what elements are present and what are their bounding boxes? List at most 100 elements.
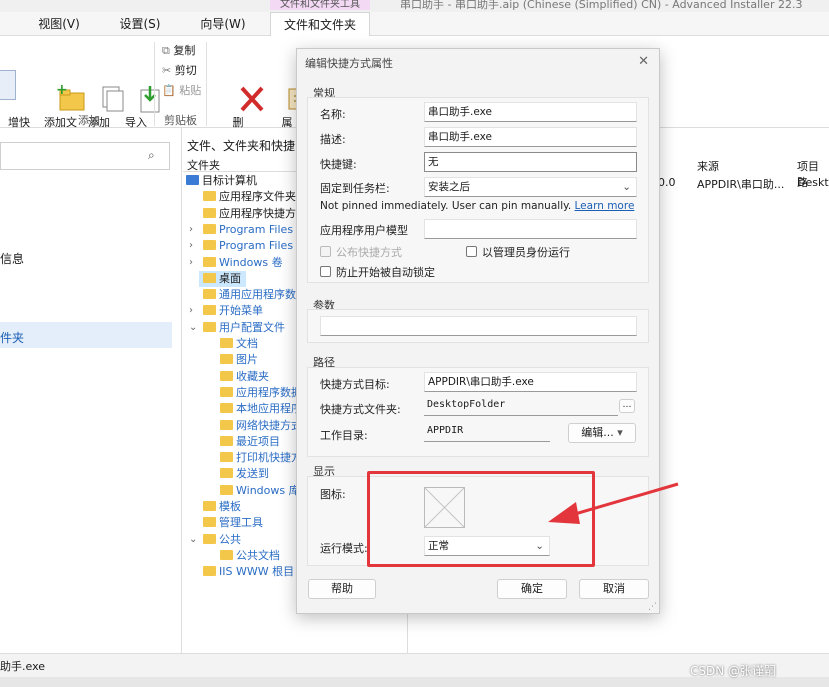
tree-item[interactable]: 模板 [203,499,241,515]
tab-files-folders[interactable]: 文件和文件夹 [270,12,370,36]
left-item-info[interactable]: 信息 [0,250,24,267]
group-add-label: 添加 [78,114,100,127]
edit-workdir-button[interactable]: 编辑... ▾ [568,423,636,443]
column-source[interactable]: 来源 [697,158,719,174]
tree-item[interactable]: 图片 [220,352,258,368]
tree-item[interactable]: Program Files [203,238,293,254]
tab-view[interactable]: 视图(V) [28,12,90,36]
tree-item[interactable]: 应用程序数据 [220,385,302,401]
chevron-down-icon[interactable]: ⌄ [189,532,197,548]
row-source-cell: APPDIR\串口助... [697,178,785,191]
tree-item[interactable]: 桌面 [203,271,241,287]
tree-header-divider [183,171,296,172]
tree-item[interactable]: 文档 [220,336,258,352]
folder-icon [220,419,233,430]
learn-more-link[interactable]: Learn more [575,200,635,212]
tree-item[interactable]: 发送到 [220,466,269,482]
folder-icon [220,484,233,495]
pin-taskbar-label: 固定到任务栏: [320,182,390,195]
folder-icon [220,403,233,414]
tree-item[interactable]: 管理工具 [203,515,263,531]
ok-button[interactable]: 确定 [497,579,567,599]
left-item-files[interactable]: 件夹 [0,329,24,346]
app-window: 串口助手 - 串口助手.aip (Chinese (Simplified) CN… [0,0,829,687]
tree-item[interactable]: Program Files [203,222,293,238]
import-file-icon [114,70,160,113]
tree-item-label: Windows 库 [236,483,300,497]
chevron-right-icon[interactable]: › [189,238,193,254]
shortcut-folder-field[interactable]: DesktopFolder [424,396,618,416]
chevron-down-icon[interactable]: ⌄ [189,320,197,336]
delete-x-icon [216,70,264,112]
name-field[interactable]: 串口助手.exe [424,102,637,122]
app-model-field[interactable] [424,219,637,239]
folder-icon [220,386,233,397]
tree-item[interactable]: 目标计算机 [186,173,257,189]
paste-label: 粘贴 [179,84,202,97]
paste-icon: 📋 [162,84,176,97]
tree-item[interactable]: 用户配置文件 [203,320,285,336]
cut-button[interactable]: ✂ 剪切 [162,62,197,80]
tree-item[interactable]: Windows 卷 [203,255,283,271]
working-dir-field[interactable]: APPDIR [424,422,550,442]
tab-wizard[interactable]: 向导(W) [192,12,254,36]
tree-item[interactable]: Windows 库 [220,483,300,499]
chevron-right-icon[interactable]: › [189,255,193,271]
tree-item[interactable]: 公共 [203,532,241,548]
prevent-pin-checkbox[interactable] [320,266,331,277]
publish-shortcut-checkbox[interactable] [320,246,331,257]
search-input[interactable] [0,142,170,170]
folder-icon [220,338,233,348]
close-icon[interactable]: ✕ [638,54,649,69]
tree-item[interactable]: 公共文档 [220,548,280,564]
tree-item[interactable]: 收藏夹 [220,369,269,385]
folder-icon [203,272,216,283]
status-text: 助手.exe [0,660,46,673]
tree-item[interactable]: 本地应用程序 [220,401,302,417]
run-as-admin-label: 以管理员身份运行 [482,246,570,259]
tree-item-label: 应用程序文件夹 [219,190,296,204]
tree-item[interactable]: 应用程序文件夹 [203,189,296,205]
pin-taskbar-value: 安装之后 [428,181,470,193]
description-field[interactable]: 串口助手.exe [424,127,637,147]
folder-icon [203,207,216,218]
add-file-icon [76,70,124,112]
tree-item[interactable]: 开始菜单 [203,303,263,319]
search-icon[interactable]: ⌕ [148,148,155,163]
shortcut-target-label: 快捷方式目标: [320,378,390,391]
cut-icon: ✂ [162,64,172,77]
tab-settings[interactable]: 设置(S) [110,12,170,36]
tree-item-label: Windows 卷 [219,255,283,269]
tree-item[interactable]: 打印机快捷方 [220,450,302,466]
chevron-right-icon[interactable]: › [189,222,193,238]
window-title: 串口助手 - 串口助手.aip (Chinese (Simplified) CN… [400,0,803,11]
paste-button[interactable]: 📋 粘贴 [162,82,201,100]
resize-grip-icon[interactable]: ⋰ [648,602,657,612]
shortcut-target-field[interactable]: APPDIR\串口助手.exe [424,372,637,392]
browse-folder-button[interactable]: … [619,399,635,413]
cancel-button[interactable]: 取消 [579,579,649,599]
tree-item[interactable]: IIS WWW 根目 [203,564,294,580]
folder-icon [203,256,216,267]
run-as-admin-checkbox[interactable] [466,246,477,257]
tree-item[interactable]: 应用程序快捷方 [203,206,296,222]
tree-item[interactable]: 网络快捷方式 [220,418,302,434]
left-item-selected[interactable] [0,322,172,348]
tree-item-label: IIS WWW 根目 [219,565,295,579]
publish-shortcut-label: 公布快捷方式 [336,246,402,259]
tree-item-label: 目标计算机 [202,174,257,187]
folder-icon [220,354,233,365]
help-button[interactable]: 帮助 [308,579,376,599]
tree-item[interactable]: 最近项目 [220,434,280,450]
tree-item[interactable]: 通用应用程序数 [203,287,296,303]
arguments-field[interactable] [320,316,637,336]
context-tab-header: 文件和文件夹工具 [270,0,370,10]
copy-label: 复制 [173,44,196,57]
tree-item-label: Program Files [219,222,294,236]
chevron-right-icon[interactable]: › [189,303,193,319]
copy-button[interactable]: ⧉ 复制 [162,42,195,60]
folder-icon [220,468,233,479]
folder-icon [220,370,233,381]
hotkey-field[interactable]: 无 [424,152,637,172]
pin-taskbar-select[interactable]: 安装之后 ⌄ [424,177,637,197]
